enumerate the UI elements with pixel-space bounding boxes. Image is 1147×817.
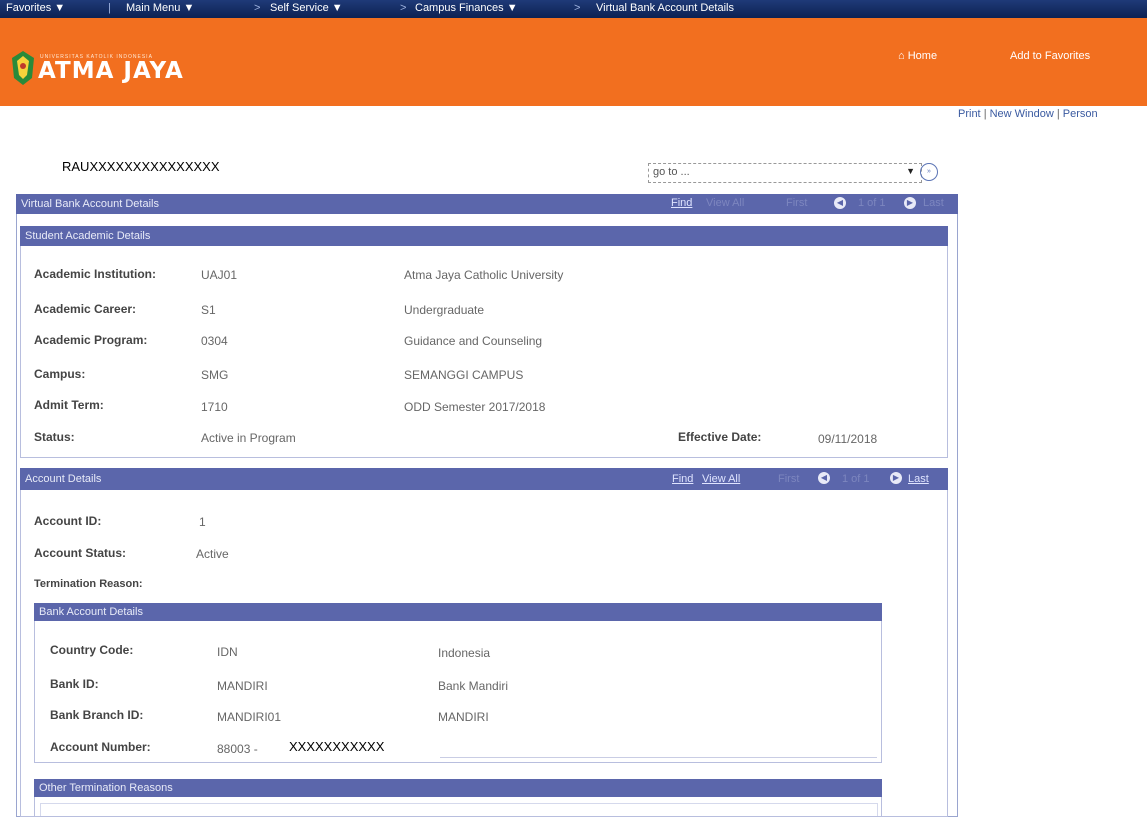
country-code-desc: Indonesia bbox=[438, 646, 491, 660]
breadcrumb-separator: > bbox=[574, 2, 581, 14]
main-range: 1 of 1 bbox=[858, 197, 886, 209]
account-section-header: Account Details Find View All First ◀ 1 … bbox=[20, 468, 948, 490]
program-label: Academic Program: bbox=[34, 333, 148, 347]
institution-code: UAJ01 bbox=[201, 268, 238, 282]
print-link[interactable]: Print bbox=[958, 108, 981, 120]
home-icon: ⌂ bbox=[898, 50, 905, 62]
prev-icon[interactable]: ◀ bbox=[818, 472, 830, 485]
chevron-down-icon: ▼ bbox=[906, 166, 915, 176]
breadcrumb-separator: > bbox=[400, 2, 407, 14]
account-id-value: 1 bbox=[199, 515, 206, 529]
status-label: Status: bbox=[34, 430, 75, 444]
tool-separator: | bbox=[1056, 108, 1060, 120]
next-icon[interactable]: ▶ bbox=[904, 197, 916, 210]
page-title: Virtual Bank Account Details bbox=[21, 198, 159, 210]
account-last-link[interactable]: Last bbox=[908, 473, 929, 485]
campus-desc: SEMANGGI CAMPUS bbox=[404, 368, 524, 382]
breadcrumb-separator: > bbox=[254, 2, 261, 14]
career-code: S1 bbox=[201, 303, 216, 317]
account-number-masked: XXXXXXXXXXX bbox=[289, 739, 385, 754]
account-number-prefix: 88003 - bbox=[217, 742, 258, 756]
other-termination-header: Other Termination Reasons bbox=[34, 779, 882, 797]
next-icon[interactable]: ▶ bbox=[890, 472, 902, 485]
favorites-menu[interactable]: Favorites ▼ bbox=[6, 2, 65, 14]
admit-term-desc: ODD Semester 2017/2018 bbox=[404, 400, 546, 414]
other-termination-grid bbox=[40, 803, 878, 816]
main-menu[interactable]: Main Menu ▼ bbox=[126, 2, 194, 14]
goto-value: go to ... bbox=[653, 166, 690, 178]
account-section-title: Account Details bbox=[25, 473, 102, 485]
academic-section-title: Student Academic Details bbox=[25, 230, 151, 242]
other-termination-title: Other Termination Reasons bbox=[39, 782, 173, 794]
account-status-label: Account Status: bbox=[34, 546, 127, 560]
bank-branch-value: MANDIRI01 bbox=[217, 710, 282, 724]
effective-date-label: Effective Date: bbox=[678, 430, 762, 444]
account-number-label: Account Number: bbox=[50, 740, 151, 754]
account-id-label: Account ID: bbox=[34, 514, 102, 528]
bank-id-desc: Bank Mandiri bbox=[438, 679, 509, 693]
home-label: Home bbox=[907, 50, 938, 62]
status-value: Active in Program bbox=[201, 431, 296, 445]
personalize-link[interactable]: Person bbox=[1063, 108, 1098, 120]
breadcrumb-self-service[interactable]: Self Service ▼ bbox=[270, 2, 343, 14]
account-status-value: Active bbox=[196, 547, 229, 561]
main-last: Last bbox=[923, 197, 944, 209]
country-code-value: IDN bbox=[217, 645, 238, 659]
bank-section-title: Bank Account Details bbox=[39, 606, 143, 618]
termination-reason-label: Termination Reason: bbox=[34, 578, 143, 590]
home-link[interactable]: ⌂ Home bbox=[898, 50, 937, 62]
nav-divider: | bbox=[108, 2, 111, 14]
career-desc: Undergraduate bbox=[404, 303, 485, 317]
new-window-link[interactable]: New Window bbox=[990, 108, 1054, 120]
account-first: First bbox=[778, 473, 800, 485]
effective-date-value: 09/11/2018 bbox=[818, 432, 878, 446]
main-find-link[interactable]: Find bbox=[671, 197, 692, 209]
program-desc: Guidance and Counseling bbox=[404, 334, 543, 348]
main-panel-header: Virtual Bank Account Details Find View A… bbox=[16, 194, 958, 214]
tool-separator: | bbox=[983, 108, 987, 120]
country-code-label: Country Code: bbox=[50, 643, 134, 657]
institution-label: Academic Institution: bbox=[34, 267, 157, 281]
goto-select[interactable]: go to ... ▼ bbox=[648, 163, 922, 183]
campus-label: Campus: bbox=[34, 367, 86, 381]
breadcrumb-campus-finances[interactable]: Campus Finances ▼ bbox=[415, 2, 518, 14]
bank-branch-label: Bank Branch ID: bbox=[50, 708, 144, 722]
top-nav-bar: Favorites ▼ | Main Menu ▼ > Self Service… bbox=[0, 0, 1147, 18]
prev-icon[interactable]: ◀ bbox=[834, 197, 846, 210]
underline-divider bbox=[440, 757, 877, 758]
breadcrumb-current: Virtual Bank Account Details bbox=[596, 2, 734, 14]
program-code: 0304 bbox=[201, 334, 228, 348]
campus-code: SMG bbox=[201, 368, 229, 382]
user-id: RAUXXXXXXXXXXXXXXX bbox=[62, 159, 220, 174]
account-view-all-link[interactable]: View All bbox=[702, 473, 740, 485]
admit-term-code: 1710 bbox=[201, 400, 228, 414]
career-label: Academic Career: bbox=[34, 302, 137, 316]
go-button[interactable]: » bbox=[920, 163, 938, 181]
logo-text: ATMA JAYA bbox=[38, 58, 184, 84]
institution-desc: Atma Jaya Catholic University bbox=[404, 268, 564, 282]
add-to-favorites-link[interactable]: Add to Favorites bbox=[1010, 50, 1090, 62]
bank-section-header: Bank Account Details bbox=[34, 603, 882, 621]
main-first: First bbox=[786, 197, 808, 209]
bank-id-value: MANDIRI bbox=[217, 679, 268, 693]
bank-id-label: Bank ID: bbox=[50, 677, 99, 691]
main-view-all: View All bbox=[706, 197, 745, 209]
account-find-link[interactable]: Find bbox=[672, 473, 693, 485]
admit-term-label: Admit Term: bbox=[34, 398, 104, 412]
page-tools: Print | New Window | Person bbox=[958, 108, 1098, 120]
university-logo-icon bbox=[12, 51, 34, 85]
academic-section-header: Student Academic Details bbox=[20, 226, 948, 246]
account-range: 1 of 1 bbox=[842, 473, 870, 485]
bank-branch-desc: MANDIRI bbox=[438, 710, 489, 724]
